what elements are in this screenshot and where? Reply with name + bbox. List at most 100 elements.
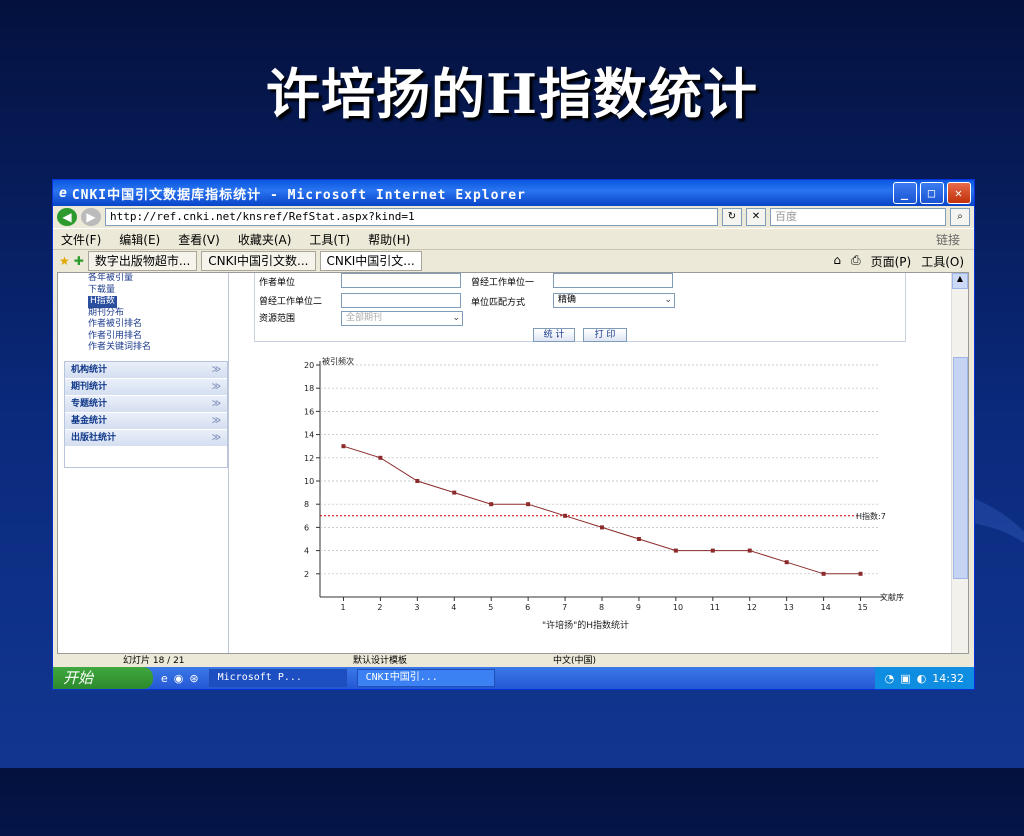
window-titlebar[interactable]: e CNKI中国引文数据库指标统计 - Microsoft Internet E… — [53, 180, 974, 206]
data-point — [710, 548, 715, 553]
section-journal[interactable]: 期刊统计 ≫ — [65, 379, 227, 396]
stat-sections: 机构统计 ≫ 期刊统计 ≫ 专题统计 ≫ 基金统计 ≫ 出版社统计 ≫ — [64, 361, 228, 468]
prev-unit2-input[interactable] — [341, 293, 461, 308]
prev-unit2-label: 曾经工作单位二 — [259, 297, 323, 307]
x-tick-label: 9 — [636, 603, 641, 612]
data-point — [526, 502, 531, 507]
minimize-button[interactable]: _ — [893, 182, 917, 204]
tree-item-journal-dist[interactable]: 期刊分布 — [78, 308, 218, 320]
chevron-down-icon: ≫ — [211, 433, 221, 443]
y-tick-label: 10 — [304, 477, 314, 486]
menu-help[interactable]: 帮助(H) — [368, 231, 410, 248]
match-label: 单位匹配方式 — [471, 298, 526, 308]
x-tick-label: 13 — [784, 603, 794, 612]
favorites-star-icon[interactable]: ★ — [59, 254, 70, 268]
media-icon[interactable]: ◉ — [174, 672, 184, 685]
y-tick-label: 16 — [304, 407, 314, 416]
menu-file[interactable]: 文件(F) — [61, 231, 101, 248]
url-input[interactable]: http://ref.cnki.net/knsref/RefStat.aspx?… — [105, 208, 718, 226]
links-label[interactable]: 链接 — [936, 231, 960, 248]
author-unit-input[interactable] — [341, 273, 461, 288]
data-point — [636, 537, 641, 541]
y-tick-label: 6 — [304, 523, 309, 532]
y-tick-label: 4 — [304, 547, 309, 556]
section-topic[interactable]: 专题统计 ≫ — [65, 396, 227, 413]
data-point — [858, 571, 863, 576]
tab-cnki-2[interactable]: CNKI中国引文... — [319, 251, 422, 271]
tree-item-author-cite-rank[interactable]: 作者引用排名 — [78, 331, 218, 343]
start-button[interactable]: 开始 — [53, 667, 153, 689]
y-tick-label: 8 — [304, 500, 309, 509]
add-favorite-icon[interactable]: ✚ — [74, 254, 84, 268]
scroll-up-icon[interactable]: ▲ — [952, 273, 968, 289]
x-tick-label: 7 — [562, 603, 567, 612]
quick-launch: e ◉ ⊛ — [161, 672, 199, 685]
language: 中文(中国) — [553, 656, 597, 666]
refresh-icon[interactable]: ↻ — [722, 208, 742, 226]
x-tick-label: 10 — [673, 603, 683, 612]
vertical-scrollbar[interactable]: ▲ — [951, 273, 968, 653]
data-point — [821, 571, 826, 576]
prev-unit1-input[interactable] — [553, 273, 673, 288]
tree-item-yearly-citations[interactable]: 各年被引量 — [78, 273, 218, 285]
stop-icon[interactable]: ✕ — [746, 208, 766, 226]
x-tick-label: 11 — [710, 603, 720, 612]
chart-caption: "许培扬"的H指数统计 — [542, 619, 629, 631]
tab-cnki-1[interactable]: CNKI中国引文数... — [201, 251, 316, 271]
task-cnki[interactable]: CNKI中国引... — [356, 669, 495, 687]
source-select[interactable]: 全部期刊 ⌄ — [341, 311, 463, 326]
h-index-chart: 24681012141618201 2 3 4 5 6 7 8 9 10 11 12 13 14 15H指数… — [304, 356, 904, 631]
search-icon[interactable]: ⌕ — [950, 208, 970, 226]
x-tick-label: 14 — [821, 603, 831, 612]
maximize-button[interactable]: □ — [920, 182, 944, 204]
y-tick-label: 2 — [304, 570, 309, 579]
close-button[interactable]: ✕ — [947, 182, 971, 204]
stat-tree: 各年被引量 下载量 H指数 期刊分布 作者被引排名 作者引用排名 作者关键词排名 — [78, 273, 218, 354]
template-name: 默认设计模板 — [353, 656, 408, 666]
tab-digital-publishing[interactable]: 数字出版物超市... — [87, 251, 198, 271]
tree-item-downloads[interactable]: 下载量 — [78, 285, 218, 297]
scroll-thumb[interactable] — [953, 357, 968, 579]
menu-favorites[interactable]: 收藏夹(A) — [238, 231, 292, 248]
tree-item-h-index[interactable]: H指数 — [88, 296, 117, 308]
x-tick-label: 15 — [858, 603, 868, 612]
print-button[interactable]: 打 印 — [583, 328, 627, 342]
taskbar: 开始 e ◉ ⊛ Microsoft P... CNKI中国引... ◔ ▣ ◐… — [53, 667, 974, 689]
x-tick-label: 2 — [377, 603, 382, 612]
menu-edit[interactable]: 编辑(E) — [119, 231, 160, 248]
page-content: 各年被引量 下载量 H指数 期刊分布 作者被引排名 作者引用排名 作者关键词排名… — [57, 272, 969, 654]
home-icon[interactable]: ⌂ — [833, 253, 841, 270]
section-publisher[interactable]: 出版社统计 ≫ — [65, 430, 227, 447]
task-powerpoint[interactable]: Microsoft P... — [208, 669, 347, 687]
tree-item-author-keyword-rank[interactable]: 作者关键词排名 — [78, 342, 218, 354]
data-point — [747, 548, 752, 553]
system-tray: ◔ ▣ ◐ 14:32 — [874, 667, 974, 689]
tray-icon[interactable]: ◔ — [885, 672, 895, 685]
tree-item-author-cited-rank[interactable]: 作者被引排名 — [78, 319, 218, 331]
ie-quicklaunch-icon[interactable]: e — [161, 672, 168, 685]
page-menu[interactable]: 页面(P) — [871, 253, 912, 270]
menu-tools[interactable]: 工具(T) — [309, 231, 350, 248]
menu-view[interactable]: 查看(V) — [178, 231, 220, 248]
h-index-label: H指数:7 — [856, 511, 886, 521]
tray-icon[interactable]: ◐ — [917, 672, 927, 685]
data-point — [489, 502, 494, 507]
stat-button[interactable]: 统 计 — [533, 328, 575, 342]
author-unit-label: 作者单位 — [259, 278, 296, 288]
tools-menu[interactable]: 工具(O) — [921, 253, 964, 270]
tray-icon[interactable]: ▣ — [900, 672, 910, 685]
source-value: 全部期刊 — [346, 313, 383, 323]
section-fund[interactable]: 基金统计 ≫ — [65, 413, 227, 430]
x-tick-label: 4 — [451, 603, 456, 612]
app-icon[interactable]: ⊛ — [189, 672, 198, 685]
data-point — [378, 455, 383, 460]
back-button[interactable]: ◀ — [57, 208, 77, 226]
print-icon[interactable]: ⎙ — [851, 253, 861, 270]
forward-button[interactable]: ▶ — [81, 208, 101, 226]
x-tick-label: 3 — [414, 603, 419, 612]
match-select[interactable]: 精确 ⌄ — [553, 293, 675, 308]
series-line — [343, 445, 861, 575]
section-institution[interactable]: 机构统计 ≫ — [65, 362, 227, 379]
slide-title: 许培扬的H指数统计 — [265, 62, 759, 126]
search-input[interactable]: 百度 — [770, 208, 946, 226]
